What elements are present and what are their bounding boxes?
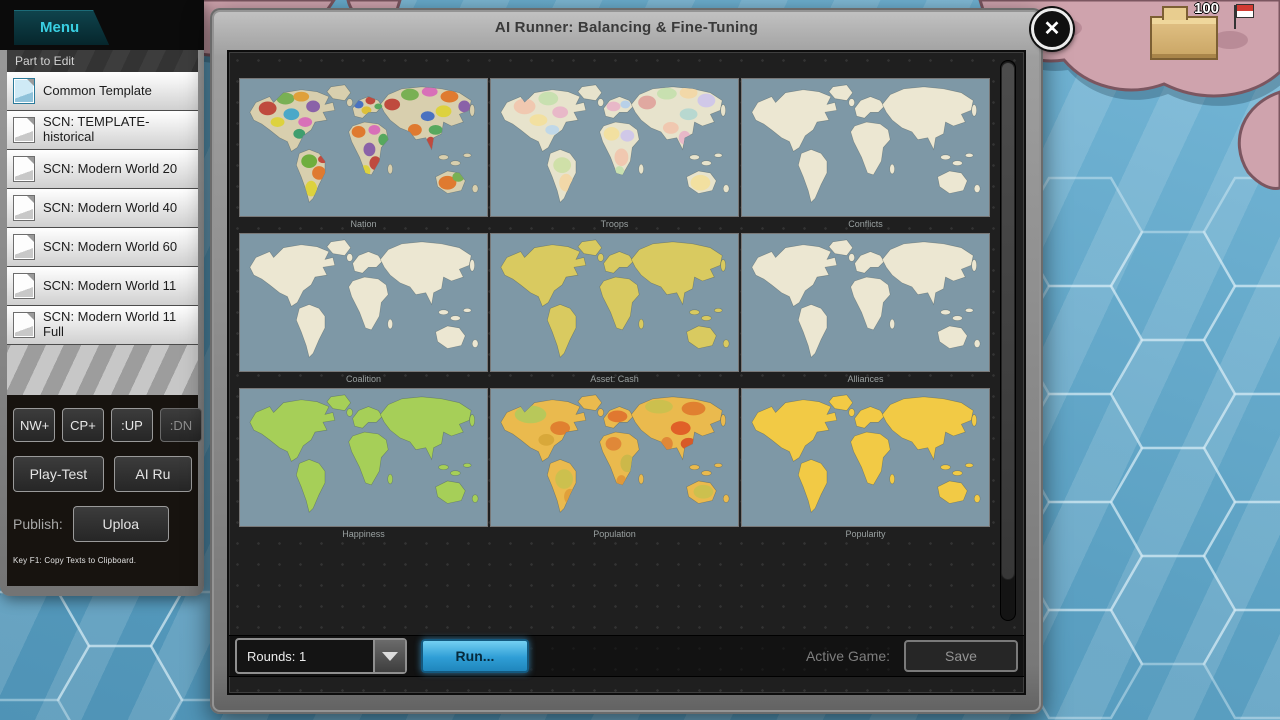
resource-counter: 100 (1140, 0, 1280, 70)
map-thumbnail-popularity[interactable]: Popularity (741, 388, 990, 541)
list-item-label: SCN: Modern World 20 (43, 162, 177, 177)
map-image (741, 233, 990, 372)
map-caption: Population (490, 527, 739, 541)
map-image (741, 388, 990, 527)
ai-runner-dialog: AI Runner: Balancing & Fine-Tuning ✕ Nat… (210, 8, 1043, 714)
list-item-label: SCN: Modern World 40 (43, 201, 177, 216)
map-caption: Popularity (741, 527, 990, 541)
map-thumbnail-nation[interactable]: Nation (239, 78, 488, 231)
dialog-content: Nation Troops Conflicts (227, 50, 1026, 695)
list-item-label: Common Template (43, 84, 152, 99)
map-image (239, 388, 488, 527)
map-thumbnail-conflicts[interactable]: Conflicts (741, 78, 990, 231)
upload-button[interactable]: Uploa (73, 506, 169, 542)
dialog-footer: Rounds: 1 Run... Active Game: Save (229, 635, 1024, 677)
hotkey-hint: Key F1: Copy Texts to Clipboard. (13, 556, 192, 565)
section-label: Part to Edit (7, 50, 198, 72)
save-button[interactable]: Save (904, 640, 1018, 672)
menu-tab-label: Menu (40, 19, 79, 36)
map-thumbnail-troops[interactable]: Troops (490, 78, 739, 231)
map-thumbnail-population[interactable]: Population (490, 388, 739, 541)
dropdown-button[interactable] (373, 640, 405, 672)
map-image (239, 233, 488, 372)
map-image (741, 78, 990, 217)
list-item-label: SCN: Modern World 60 (43, 240, 177, 255)
template-list: Common Template SCN: TEMPLATE-historical… (7, 72, 198, 345)
move-down-button[interactable]: :DN (160, 408, 202, 442)
list-item-label: SCN: TEMPLATE-historical (43, 115, 194, 144)
map-image (239, 78, 488, 217)
map-thumbnail-happiness[interactable]: Happiness (239, 388, 488, 541)
map-image (490, 388, 739, 527)
game-screen: 100 Menu Part to Edit Common Template SC… (0, 0, 1280, 720)
document-icon (13, 312, 35, 338)
run-button[interactable]: Run... (421, 639, 529, 673)
list-item-label: SCN: Modern World 11 Full (43, 310, 194, 339)
map-image (490, 78, 739, 217)
map-image (490, 233, 739, 372)
tab-strip: Menu (0, 0, 204, 50)
ai-runner-button[interactable]: AI Ru (114, 456, 192, 492)
document-icon (13, 195, 35, 221)
list-item-common-template[interactable]: Common Template (7, 72, 198, 111)
map-caption: Nation (239, 217, 488, 231)
flag-icon (1236, 4, 1254, 18)
document-icon (13, 234, 35, 260)
list-item-scn-modern-world-11-full[interactable]: SCN: Modern World 11 Full (7, 306, 198, 345)
play-test-button[interactable]: Play-Test (13, 456, 104, 492)
new-button[interactable]: NW+ (13, 408, 55, 442)
test-button-row: Play-Test AI Ru (13, 456, 192, 492)
list-spacer (7, 345, 198, 395)
part-to-edit-panel: Part to Edit Common Template SCN: TEMPLA… (7, 50, 198, 586)
sidebar-controls: NW+ CP+ :UP :DN Play-Test AI Ru Publish:… (7, 395, 198, 586)
list-item-label: SCN: Modern World 11 (43, 279, 176, 294)
castle-icon (1150, 16, 1218, 60)
rounds-value: Rounds: 1 (237, 649, 373, 664)
map-caption: Troops (490, 217, 739, 231)
map-thumbnail-alliances[interactable]: Alliances (741, 233, 990, 386)
map-thumbnail-asset-cash[interactable]: Asset: Cash (490, 233, 739, 386)
chevron-down-icon (382, 652, 398, 661)
close-icon: ✕ (1044, 18, 1061, 40)
list-item-scn-modern-world-40[interactable]: SCN: Modern World 40 (7, 189, 198, 228)
map-caption: Conflicts (741, 217, 990, 231)
publish-row: Publish: Uploa (13, 506, 192, 542)
scrollbar-thumb[interactable] (1001, 62, 1015, 580)
list-item-scn-modern-world-11[interactable]: SCN: Modern World 11 (7, 267, 198, 306)
tab-menu[interactable]: Menu (14, 10, 109, 45)
map-grid: Nation Troops Conflicts (239, 78, 990, 541)
map-caption: Coalition (239, 372, 488, 386)
document-icon (13, 156, 35, 182)
editor-sidebar: Menu Part to Edit Common Template SCN: T… (0, 0, 204, 596)
close-button[interactable]: ✕ (1031, 8, 1073, 50)
move-up-button[interactable]: :UP (111, 408, 153, 442)
resource-count: 100 (1194, 0, 1219, 17)
document-icon (13, 117, 35, 143)
rounds-dropdown[interactable]: Rounds: 1 (235, 638, 407, 674)
dialog-title: AI Runner: Balancing & Fine-Tuning (210, 19, 1043, 36)
copy-button[interactable]: CP+ (62, 408, 104, 442)
list-item-scn-template-historical[interactable]: SCN: TEMPLATE-historical (7, 111, 198, 150)
scrollbar-track (1000, 60, 1016, 621)
map-thumbnail-coalition[interactable]: Coalition (239, 233, 488, 386)
document-icon (13, 78, 35, 104)
landmass-right-edge (1239, 92, 1280, 188)
document-icon (13, 273, 35, 299)
list-item-scn-modern-world-20[interactable]: SCN: Modern World 20 (7, 150, 198, 189)
map-caption: Alliances (741, 372, 990, 386)
map-caption: Asset: Cash (490, 372, 739, 386)
list-item-scn-modern-world-60[interactable]: SCN: Modern World 60 (7, 228, 198, 267)
active-game-label: Active Game: (806, 648, 890, 664)
map-caption: Happiness (239, 527, 488, 541)
edit-button-row: NW+ CP+ :UP :DN (13, 408, 192, 442)
publish-label: Publish: (13, 516, 63, 532)
